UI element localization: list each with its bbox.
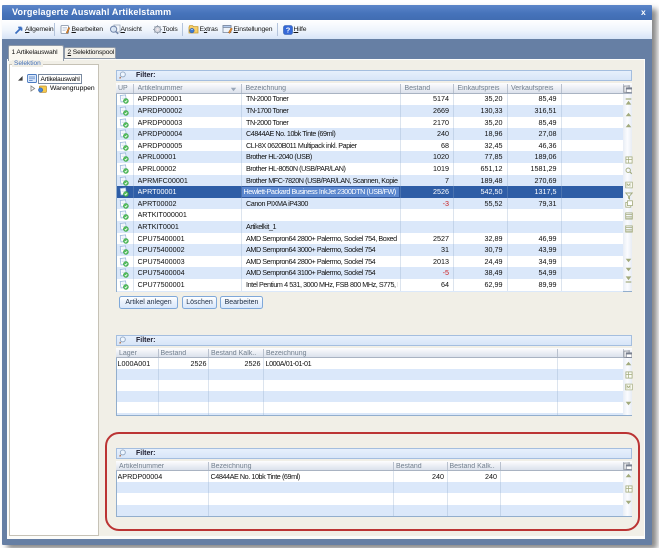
svg-text:?: ? — [286, 25, 291, 34]
